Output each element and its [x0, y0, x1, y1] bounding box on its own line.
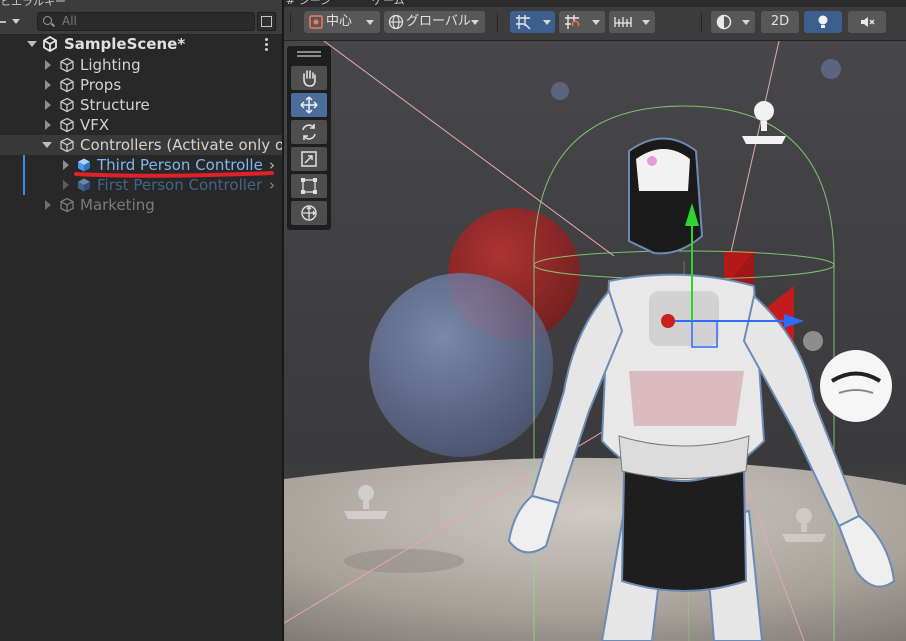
dropdown-arrow-icon — [543, 20, 551, 25]
hand-tool-button[interactable] — [291, 66, 327, 90]
measure-toggle[interactable] — [609, 11, 655, 33]
toolbar-separator — [701, 13, 702, 33]
rect-tool-button[interactable] — [291, 174, 327, 198]
scene-tab-strip: # シーン ゲーム — [284, 0, 906, 7]
transform-space-label: グローバル — [406, 14, 471, 29]
toolbar-separator — [290, 13, 291, 33]
pivot-mode-label: 中心 — [326, 14, 353, 29]
pivot-icon — [309, 15, 323, 29]
mode-2d-label: 2D — [770, 14, 790, 29]
pivot-mode-dropdown[interactable]: 中心 — [304, 11, 380, 33]
scene-floor — [284, 457, 906, 641]
move-tool-icon — [300, 96, 318, 114]
globe-icon — [388, 14, 404, 30]
dropdown-arrow-icon — [592, 20, 600, 25]
ruler-icon — [614, 17, 632, 27]
grid-snap-icon — [516, 15, 531, 30]
shading-mode-icon — [716, 14, 732, 30]
wall-sphere — [551, 82, 569, 100]
dropdown-arrow-icon — [366, 20, 374, 25]
scene-viewport[interactable] — [284, 41, 906, 641]
audio-mute-icon — [861, 17, 875, 27]
toolbar-separator — [497, 13, 498, 33]
snap-increment-icon — [565, 15, 580, 29]
transform-space-dropdown[interactable]: グローバル — [384, 11, 485, 33]
reflection-probe-gizmo-icon — [820, 350, 892, 422]
drag-handle-icon[interactable] — [297, 51, 321, 53]
wall-sphere — [821, 59, 841, 79]
hand-tool-icon — [303, 70, 316, 87]
scene-lighting-toggle[interactable] — [804, 11, 842, 33]
dropdown-arrow-icon — [742, 20, 750, 25]
expand-arrow-icon[interactable] — [45, 200, 51, 210]
dropdown-arrow-icon — [642, 20, 650, 25]
increment-snapping-toggle[interactable] — [559, 11, 605, 33]
rect-tool-icon — [301, 178, 317, 194]
blue-sphere — [369, 273, 553, 457]
transform-tool-button[interactable] — [291, 201, 327, 225]
rotate-tool-icon — [302, 124, 316, 140]
red-underline-annotation — [74, 171, 274, 178]
hierarchy-panel: ヒエラルキー All SampleScene* Lighting Props S… — [0, 0, 309, 641]
tool-palette — [287, 46, 331, 230]
scene-toolbar: 中心 グローバル 2D — [284, 7, 906, 41]
light-icon — [818, 15, 828, 28]
grid-snapping-toggle[interactable] — [510, 11, 555, 33]
shading-mode-dropdown[interactable] — [711, 11, 755, 33]
scale-tool-button[interactable] — [291, 147, 327, 171]
scene-audio-toggle[interactable] — [848, 11, 886, 33]
move-tool-button[interactable] — [291, 93, 327, 117]
rotate-tool-button[interactable] — [291, 120, 327, 144]
transform-tool-icon — [301, 205, 317, 221]
dropdown-arrow-icon — [471, 20, 479, 25]
wall-sphere — [803, 331, 823, 351]
scene-view-panel: # シーン ゲーム 中心 グローバル 2D — [284, 0, 906, 641]
scale-tool-icon — [301, 151, 317, 167]
mode-2d-toggle[interactable]: 2D — [761, 11, 799, 33]
